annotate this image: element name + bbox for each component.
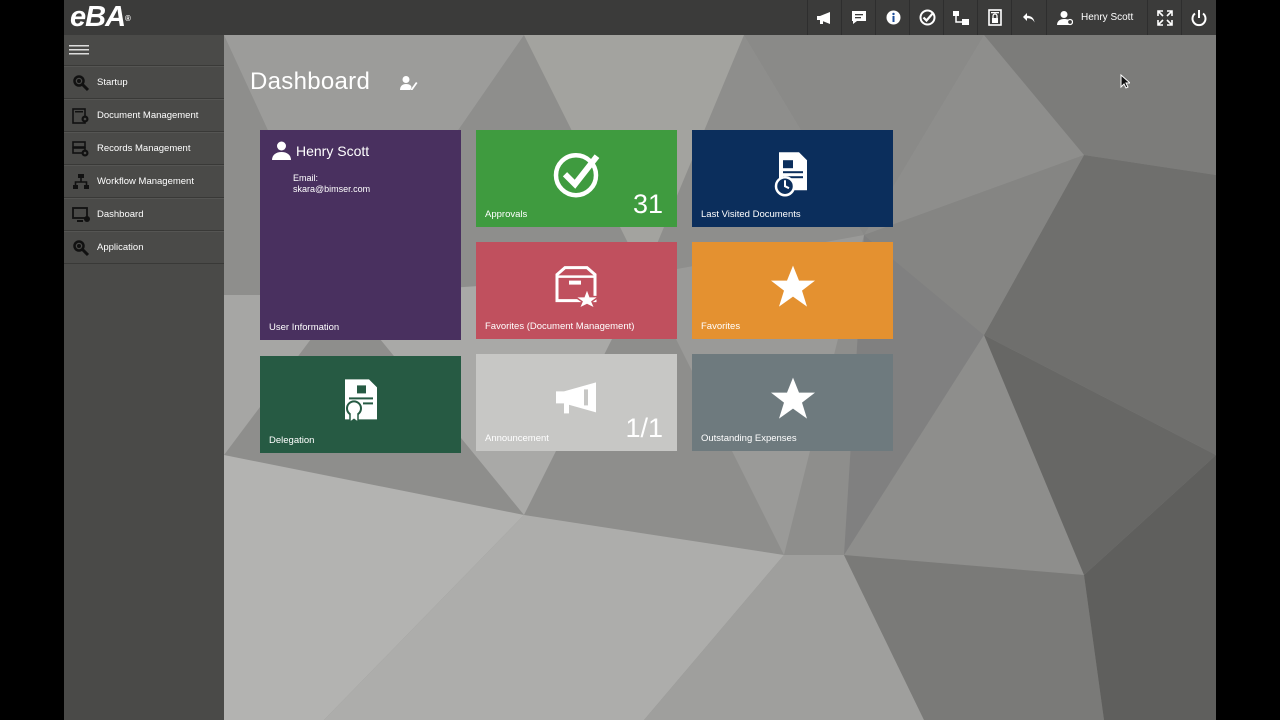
top-bar: eBA® Henry Scott bbox=[64, 0, 1216, 36]
tile-label: Announcement bbox=[485, 433, 549, 444]
approvals-count: 31 bbox=[632, 189, 663, 219]
logout-button[interactable] bbox=[1181, 0, 1216, 35]
info-icon bbox=[886, 10, 900, 25]
message-icon bbox=[852, 11, 866, 24]
last-visited-documents-tile[interactable]: Last Visited Documents bbox=[692, 130, 893, 227]
user-edit-icon bbox=[400, 76, 418, 90]
user-settings-icon bbox=[1057, 10, 1073, 25]
tile-label: Favorites bbox=[701, 321, 741, 332]
back-button[interactable] bbox=[1011, 0, 1046, 35]
megaphone-icon bbox=[817, 11, 830, 24]
sidebar-item-application[interactable]: Application bbox=[64, 231, 224, 264]
outstanding-expenses-tile[interactable]: Outstanding Expenses bbox=[692, 354, 893, 451]
star-icon bbox=[770, 377, 815, 419]
user-name: Henry Scott bbox=[1081, 12, 1134, 23]
fullscreen-button[interactable] bbox=[1147, 0, 1182, 35]
box-star-icon bbox=[555, 265, 601, 309]
email-value: skara@bimser.com bbox=[293, 184, 371, 194]
tile-label: Favorites (Document Management) bbox=[485, 321, 635, 332]
tile-label: Delegation bbox=[269, 435, 315, 446]
organization-button[interactable] bbox=[943, 0, 978, 35]
sidebar-item-records-management[interactable]: Records Management bbox=[64, 132, 224, 165]
tile-label: User Information bbox=[269, 322, 340, 333]
announcement-button[interactable] bbox=[807, 0, 842, 35]
fullscreen-icon bbox=[1157, 9, 1173, 26]
sidebar-item-document-management[interactable]: Document Management bbox=[64, 99, 224, 132]
megaphone-icon bbox=[555, 381, 596, 413]
eba-logo[interactable]: eBA® bbox=[70, 2, 131, 32]
user-menu[interactable]: Henry Scott bbox=[1046, 0, 1142, 35]
certificate-icon bbox=[344, 378, 377, 423]
star-icon bbox=[770, 265, 815, 307]
favorites-tile[interactable]: Favorites bbox=[692, 242, 893, 339]
sidebar-item-dashboard[interactable]: Dashboard bbox=[64, 198, 224, 231]
user-icon bbox=[272, 141, 291, 160]
document-gear-icon bbox=[71, 107, 88, 124]
mouse-cursor bbox=[1120, 74, 1130, 89]
sidebar-item-label: Startup bbox=[97, 77, 128, 88]
hamburger-icon bbox=[69, 45, 89, 55]
announcement-tile[interactable]: Announcement 1/1 bbox=[476, 354, 677, 451]
tile-label: Outstanding Expenses bbox=[701, 433, 797, 444]
email-label: Email: bbox=[293, 173, 319, 183]
org-chart-icon bbox=[953, 10, 969, 25]
sidebar-item-label: Application bbox=[97, 242, 144, 253]
document-clock-icon bbox=[774, 151, 807, 196]
sidebar: Startup Document Management Records Mana… bbox=[64, 35, 224, 720]
gear-search-icon bbox=[72, 74, 89, 91]
sidebar-item-workflow-management[interactable]: Workflow Management bbox=[64, 165, 224, 198]
check-icon bbox=[919, 9, 935, 26]
tile-label: Approvals bbox=[485, 209, 528, 220]
edit-dashboard-button[interactable] bbox=[400, 75, 418, 96]
user-tile-name: Henry Scott bbox=[296, 143, 370, 159]
tasks-button[interactable] bbox=[909, 0, 944, 35]
records-gear-icon bbox=[71, 140, 88, 156]
monitor-icon bbox=[71, 206, 90, 222]
sidebar-item-label: Document Management bbox=[97, 110, 199, 121]
check-circle-icon bbox=[553, 152, 599, 197]
power-icon bbox=[1191, 9, 1207, 26]
document-lock-button[interactable] bbox=[977, 0, 1012, 35]
approvals-tile[interactable]: Approvals 31 bbox=[476, 130, 677, 227]
sidebar-item-label: Records Management bbox=[97, 143, 191, 154]
undo-icon bbox=[1023, 12, 1035, 22]
dashboard-area: Dashboard Henry Scott Email: skara@bimse… bbox=[224, 35, 1216, 720]
menu-toggle[interactable] bbox=[64, 35, 224, 66]
messages-button[interactable] bbox=[841, 0, 876, 35]
delegation-tile[interactable]: Delegation bbox=[260, 356, 461, 453]
workflow-icon bbox=[72, 173, 89, 189]
sidebar-item-label: Workflow Management bbox=[97, 176, 194, 187]
tile-label: Last Visited Documents bbox=[701, 209, 801, 220]
sidebar-item-startup[interactable]: Startup bbox=[64, 66, 224, 99]
user-information-tile[interactable]: Henry Scott Email: skara@bimser.com User… bbox=[260, 130, 461, 340]
page-title: Dashboard bbox=[250, 68, 371, 95]
sidebar-item-label: Dashboard bbox=[97, 209, 144, 220]
app-window: eBA® Henry Scott Startup Document Manage… bbox=[64, 0, 1216, 720]
announcement-count: 1/1 bbox=[625, 413, 663, 443]
document-lock-icon bbox=[988, 9, 1002, 26]
info-button[interactable] bbox=[875, 0, 910, 35]
gear-search-icon bbox=[72, 239, 89, 256]
favorites-document-management-tile[interactable]: Favorites (Document Management) bbox=[476, 242, 677, 339]
